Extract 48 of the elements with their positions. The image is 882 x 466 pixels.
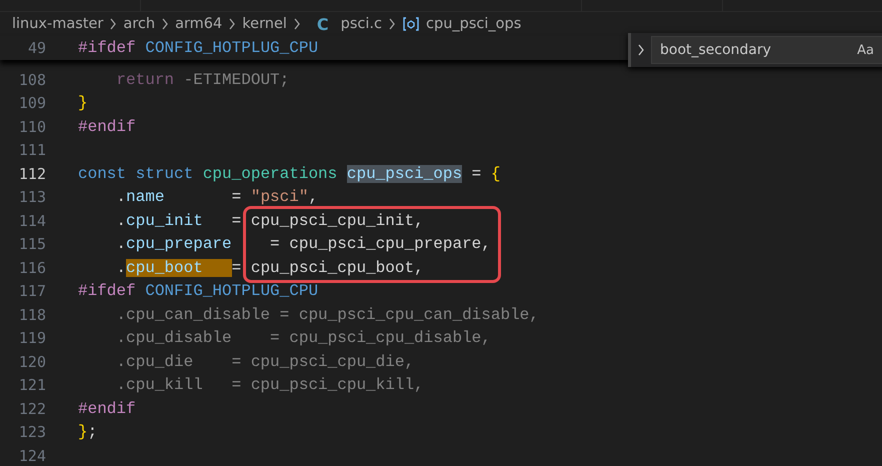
line-number: 110 <box>18 118 46 136</box>
line-number: 119 <box>18 329 46 348</box>
line-number: 49 <box>26 39 46 57</box>
code-line: .cpu_die = cpu_psci_cpu_die, <box>115 352 414 371</box>
chevron-right-icon <box>161 18 170 30</box>
line-number: 114 <box>18 212 46 230</box>
code-line: .cpu_kill = cpu_psci_cpu_kill, <box>115 376 424 394</box>
code-line: .cpu_prepare = cpu_psci_cpu_prepare, <box>115 235 491 254</box>
find-input-field[interactable]: boot_secondary Aa <box>651 36 882 64</box>
line-number: 123 <box>18 423 46 442</box>
line-number: 117 <box>18 282 46 300</box>
match-case-toggle[interactable]: Aa <box>857 42 882 58</box>
line-number: 118 <box>18 306 46 324</box>
code-line: .cpu_disable = cpu_psci_cpu_disable, <box>115 329 491 348</box>
line-number: 108 <box>18 70 46 89</box>
line-number: 109 <box>18 94 46 112</box>
code-line: } <box>78 94 88 112</box>
chevron-right-icon <box>109 18 118 30</box>
breadcrumb-item[interactable]: psci.c <box>340 16 382 32</box>
code-line: return -ETIMEDOUT; <box>115 70 290 89</box>
line-number: 121 <box>18 376 46 394</box>
breadcrumb-item[interactable]: kernel <box>242 16 287 32</box>
code-line: #endif <box>78 118 136 136</box>
line-number: 116 <box>18 258 46 277</box>
c-file-icon: C <box>316 14 329 34</box>
code-line: }; <box>78 423 98 442</box>
breadcrumb-item[interactable]: linux-master <box>12 16 104 32</box>
line-number: 113 <box>18 188 46 206</box>
line-number: 124 <box>18 446 46 465</box>
code-line: .cpu_boot = cpu_psci_cpu_boot, <box>115 258 424 277</box>
chevron-right-icon <box>292 18 301 30</box>
line-number: 112 <box>18 164 46 183</box>
breadcrumb-item[interactable]: arm64 <box>175 16 222 32</box>
line-number: 111 <box>18 141 46 160</box>
breadcrumb-item[interactable]: cpu_psci_ops <box>426 16 522 32</box>
code-line: #ifdef CONFIG_HOTPLUG_CPU <box>78 282 318 300</box>
code-line: #endif <box>78 400 136 418</box>
code-line: .cpu_init = cpu_psci_cpu_init, <box>115 212 424 230</box>
code-line: #ifdef CONFIG_HOTPLUG_CPU <box>78 39 318 57</box>
code-line: .cpu_can_disable = cpu_psci_cpu_can_disable, <box>115 306 539 324</box>
code-line: .name = "psci", <box>115 188 318 206</box>
line-number: 120 <box>18 352 46 371</box>
chevron-right-icon <box>388 18 396 30</box>
code-line: const struct cpu_operations cpu_psci_ops = { <box>78 164 500 183</box>
breadcrumb-item[interactable]: arch <box>123 16 156 32</box>
chevron-right-icon <box>228 18 236 30</box>
line-number: 115 <box>18 235 46 254</box>
line-number: 122 <box>18 400 46 418</box>
